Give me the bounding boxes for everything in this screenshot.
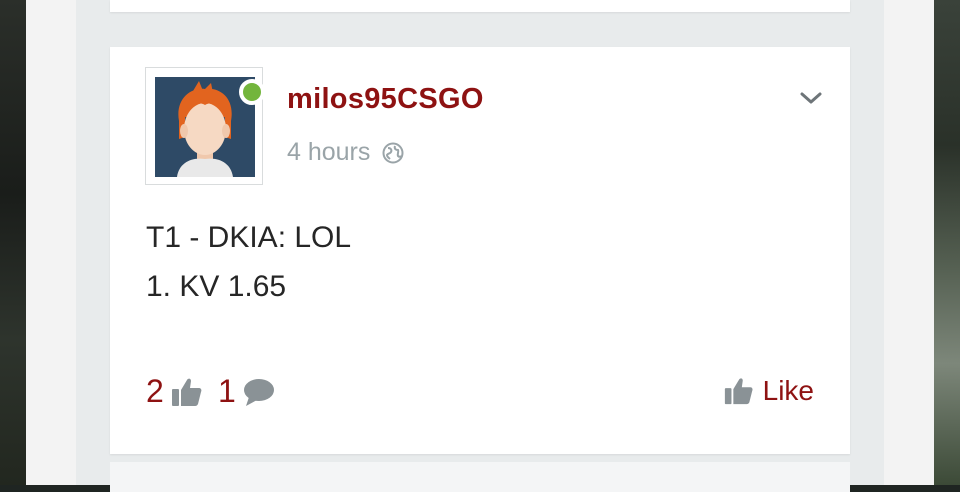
thumbs-up-icon [171, 378, 202, 406]
post-time: 4 hours [287, 138, 371, 166]
like-label: Like [762, 375, 814, 406]
post-author-name[interactable]: milos95CSGO [287, 83, 484, 116]
comments-count: 1 [218, 373, 236, 409]
next-post-card [110, 462, 850, 492]
post-footer: 2 1 Like [146, 373, 814, 413]
chevron-down-icon [800, 92, 822, 104]
thumbs-up-icon [724, 378, 753, 405]
post-card: milos95CSGO 4 hours T1 - DKIA: LOL 1. KV… [110, 47, 850, 454]
post-options-button[interactable] [798, 85, 824, 111]
globe-icon [382, 142, 404, 163]
post-meta: 4 hours [287, 138, 404, 167]
like-button[interactable]: Like [723, 375, 814, 407]
post-content-line: T1 - DKIA: LOL [146, 221, 352, 254]
likes-count-button[interactable]: 2 [146, 373, 204, 410]
background-left [0, 0, 26, 485]
avatar[interactable] [145, 67, 265, 185]
page: milos95CSGO 4 hours T1 - DKIA: LOL 1. KV… [26, 0, 934, 492]
comment-icon [243, 378, 274, 406]
feed-column: milos95CSGO 4 hours T1 - DKIA: LOL 1. KV… [76, 0, 884, 492]
previous-post-card [110, 0, 850, 12]
comments-count-button[interactable]: 1 [218, 373, 276, 410]
post-content-line: 1. KV 1.65 [146, 270, 287, 303]
likes-count: 2 [146, 373, 164, 409]
online-status-indicator [239, 79, 265, 105]
background-right [934, 0, 960, 485]
post-content: T1 - DKIA: LOL 1. KV 1.65 [146, 213, 351, 311]
